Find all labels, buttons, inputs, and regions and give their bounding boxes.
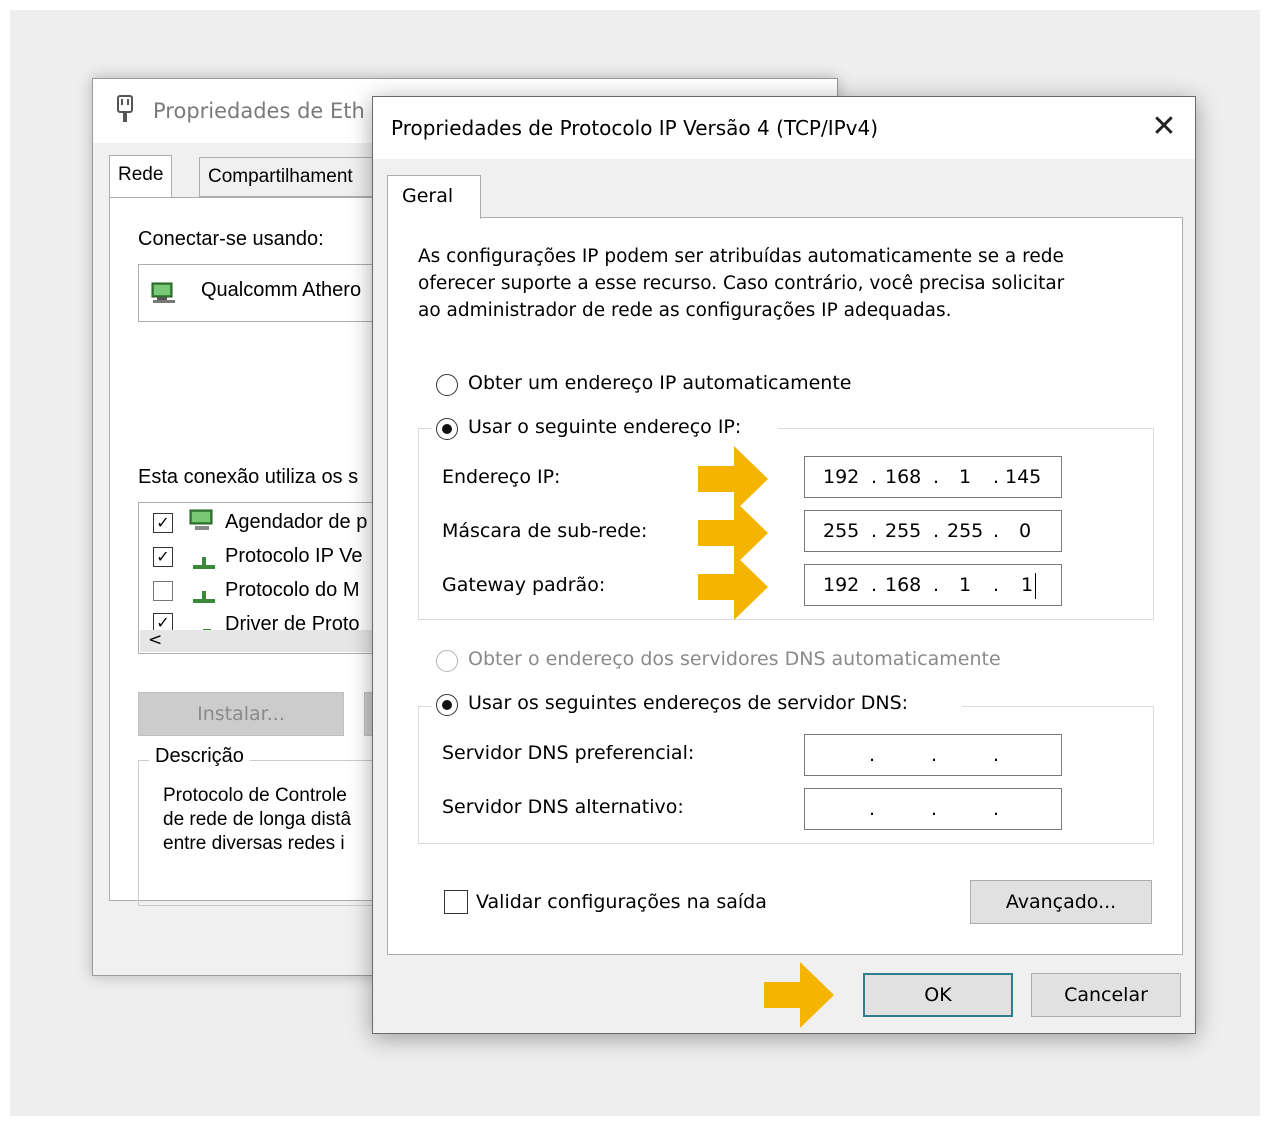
octet-dot: . (871, 574, 878, 596)
intro-line: ao administrador de rede as configuraçõe… (418, 300, 952, 321)
network-plug-icon (117, 95, 133, 122)
adapter-name: Qualcomm Athero (201, 279, 362, 301)
octet: 255 (947, 520, 984, 542)
geral-panel: As configurações IP podem ser atribuídas… (387, 217, 1183, 955)
validate-checkbox[interactable] (444, 890, 468, 914)
radio-manual-ip-label: Usar o seguinte endereço IP: (468, 416, 742, 438)
gateway-label: Gateway padrão: (442, 574, 606, 596)
component-label-1: Protocolo IP Ve (225, 545, 363, 567)
advanced-button[interactable]: Avançado... (970, 880, 1152, 924)
alternate-dns-field[interactable]: . . . (804, 788, 1062, 830)
octet: 255 (823, 520, 860, 542)
arrow-icon-ok (764, 962, 834, 1028)
window-title: Propriedades de Eth (153, 99, 365, 123)
octet-dot: . (871, 520, 878, 542)
octet-dot: . (993, 466, 1000, 488)
protocol-icon (193, 557, 215, 569)
radio-auto-ip-label: Obter um endereço IP automaticamente (468, 372, 852, 394)
tab-geral[interactable]: Geral (387, 175, 481, 219)
octet: 192 (823, 574, 860, 596)
gateway-field[interactable]: 192 . 168 . 1 . 1 (804, 564, 1062, 606)
radio-manual-dns-label: Usar os seguintes endereços de servidor … (468, 692, 909, 714)
octet-dot: . (869, 798, 876, 820)
description-line: entre diversas redes i (163, 833, 345, 854)
ipv4-properties-dialog: Propriedades de Protocolo IP Versão 4 (T… (372, 96, 1196, 1034)
octet: 1 (1021, 574, 1034, 596)
intro-line: As configurações IP podem ser atribuídas… (418, 246, 1064, 267)
radio-manual-ip[interactable] (436, 418, 458, 440)
close-icon[interactable]: ✕ (1141, 105, 1187, 151)
dialog-title: Propriedades de Protocolo IP Versão 4 (T… (391, 116, 879, 140)
radio-auto-dns-label: Obter o endereço dos servidores DNS auto… (468, 648, 1001, 670)
network-adapter-icon (151, 282, 175, 303)
octet-dot: . (993, 744, 1000, 766)
octet-dot: . (933, 574, 940, 596)
preferred-dns-field[interactable]: . . . (804, 734, 1062, 776)
octet-dot: . (871, 466, 878, 488)
octet: 168 (885, 574, 922, 596)
radio-dot (442, 424, 452, 434)
arrow-icon-gateway (698, 554, 768, 620)
ip-address-field[interactable]: 192 . 168 . 1 . 145 (804, 456, 1062, 498)
octet: 168 (885, 466, 922, 488)
connect-using-label: Conectar-se usando: (138, 228, 324, 250)
octet-dot: . (993, 520, 1000, 542)
subnet-mask-label: Máscara de sub-rede: (442, 520, 648, 542)
protocol-icon (193, 591, 215, 603)
octet-dot: . (931, 798, 938, 820)
octet-dot: . (931, 744, 938, 766)
text-caret (1035, 573, 1036, 599)
component-checkbox-0[interactable]: ✓ (153, 513, 173, 533)
description-title: Descrição (149, 745, 250, 768)
install-button[interactable]: Instalar... (138, 692, 344, 736)
octet: 1 (959, 574, 972, 596)
cancel-button[interactable]: Cancelar (1031, 973, 1181, 1017)
validate-label: Validar configurações na saída (476, 891, 767, 913)
octet-dot: . (993, 798, 1000, 820)
radio-auto-dns[interactable] (436, 650, 458, 672)
subnet-mask-field[interactable]: 255 . 255 . 255 . 0 (804, 510, 1062, 552)
alternate-dns-label: Servidor DNS alternativo: (442, 796, 684, 818)
component-checkbox-1[interactable]: ✓ (153, 547, 173, 567)
octet-dot: . (993, 574, 1000, 596)
octet: 255 (885, 520, 922, 542)
octet: 192 (823, 466, 860, 488)
preferred-dns-label: Servidor DNS preferencial: (442, 742, 695, 764)
tab-rede[interactable]: Rede (109, 155, 173, 199)
octet-dot: . (933, 466, 940, 488)
scroll-left-icon[interactable]: < (148, 630, 162, 650)
octet: 0 (1019, 520, 1032, 542)
octet: 1 (959, 466, 972, 488)
dialog-title-bar: Propriedades de Protocolo IP Versão 4 (T… (373, 97, 1195, 159)
radio-auto-ip[interactable] (436, 374, 458, 396)
radio-dot (442, 700, 452, 710)
octet-dot: . (869, 744, 876, 766)
tab-label: Compartilhament (208, 166, 353, 187)
radio-manual-dns[interactable] (436, 694, 458, 716)
network-computer-icon (189, 509, 213, 530)
intro-line: oferecer suporte a esse recurso. Caso co… (418, 273, 1065, 294)
component-label-0: Agendador de p (225, 511, 368, 533)
connection-uses-label: Esta conexão utiliza os s (138, 466, 359, 488)
octet-dot: . (933, 520, 940, 542)
ip-address-label: Endereço IP: (442, 466, 561, 488)
description-line: de rede de longa distâ (163, 809, 352, 830)
ok-button[interactable]: OK (863, 973, 1013, 1017)
tab-label: Rede (118, 164, 164, 185)
tab-label: Geral (402, 185, 454, 207)
octet: 145 (1005, 466, 1042, 488)
component-checkbox-2[interactable] (153, 581, 173, 601)
component-label-2: Protocolo do M (225, 579, 360, 601)
description-line: Protocolo de Controle (163, 785, 347, 806)
